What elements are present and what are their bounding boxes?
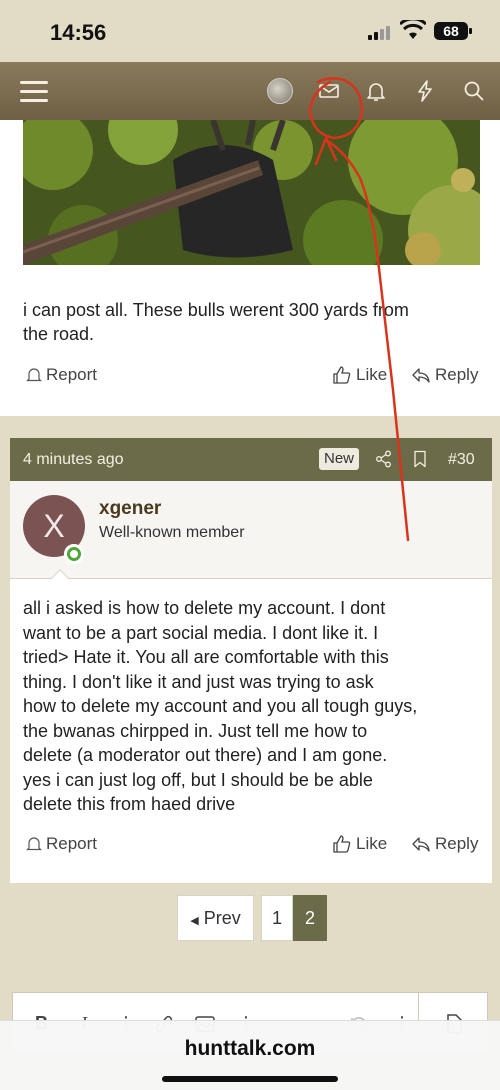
reply-arrow-icon bbox=[412, 837, 430, 852]
pagination: ◀ Prev bbox=[177, 895, 254, 941]
share-icon[interactable] bbox=[375, 450, 393, 468]
post-card: i can post all. These bulls werent 300 y… bbox=[0, 120, 500, 416]
post-text-line: thing. I don't like it and just was tryi… bbox=[23, 671, 374, 692]
post-text-line: delete this from haed drive bbox=[23, 794, 236, 814]
member-title: Well-known member bbox=[99, 524, 245, 541]
report-button[interactable]: Report bbox=[26, 365, 97, 385]
report-label: Report bbox=[46, 365, 98, 384]
reply-arrow-icon bbox=[412, 368, 430, 383]
page-numbers: 1 2 bbox=[261, 895, 327, 941]
post-text-line: the bwanas chirpped in. Just tell me how… bbox=[23, 720, 368, 741]
report-label: Report bbox=[46, 834, 98, 853]
reply-label: Reply bbox=[435, 834, 479, 853]
forum-nav-bar bbox=[0, 62, 500, 120]
post-text-line: all i asked is how to delete my account.… bbox=[23, 598, 386, 618]
browser-address-bar[interactable]: hunttalk.com bbox=[0, 1020, 500, 1090]
post-number-link[interactable]: #30 bbox=[448, 451, 475, 469]
post-header: 4 minutes ago New #30 bbox=[10, 438, 492, 481]
post-card: X xgener Well-known member all i asked i… bbox=[10, 481, 492, 883]
post-text-line: the road. bbox=[23, 324, 95, 344]
post-text-line: yes i can just log off, but I should be … bbox=[23, 769, 373, 790]
bell-icon bbox=[26, 837, 42, 851]
user-info-panel: X xgener Well-known member bbox=[10, 481, 492, 579]
thumbs-up-icon bbox=[333, 835, 351, 853]
reply-button[interactable]: Reply bbox=[411, 365, 478, 385]
url-text[interactable]: hunttalk.com bbox=[0, 1037, 500, 1061]
new-badge: New bbox=[319, 448, 359, 470]
post-image-moose[interactable] bbox=[23, 120, 480, 265]
prev-page-label: Prev bbox=[203, 908, 241, 928]
bookmark-icon[interactable] bbox=[412, 450, 428, 468]
user-avatar[interactable] bbox=[267, 78, 293, 104]
bell-icon bbox=[26, 368, 42, 382]
page-1-link[interactable]: 1 bbox=[261, 895, 293, 941]
page-2-current[interactable]: 2 bbox=[293, 895, 327, 941]
post-text-line: tried> Hate it. You all are comfortable … bbox=[23, 647, 389, 667]
lightning-icon[interactable] bbox=[413, 79, 437, 103]
post-timestamp[interactable]: 4 minutes ago bbox=[23, 451, 124, 469]
like-label: Like bbox=[356, 365, 388, 384]
menu-icon[interactable] bbox=[20, 79, 48, 103]
clock: 14:56 bbox=[50, 20, 107, 45]
post-text-line: how to delete my account and you all tou… bbox=[23, 696, 418, 716]
battery-indicator: 68 bbox=[434, 22, 472, 40]
like-label: Like bbox=[356, 834, 388, 853]
like-button[interactable]: Like bbox=[332, 834, 387, 854]
home-indicator bbox=[162, 1076, 338, 1082]
search-icon[interactable] bbox=[462, 79, 486, 103]
inbox-icon[interactable] bbox=[317, 79, 341, 103]
reply-label: Reply bbox=[435, 365, 479, 384]
member-username[interactable]: xgener bbox=[99, 498, 161, 520]
report-button[interactable]: Report bbox=[26, 834, 97, 854]
like-button[interactable]: Like bbox=[332, 365, 387, 385]
caret-left-icon: ◀ bbox=[190, 915, 199, 927]
prev-page-button[interactable]: ◀ Prev bbox=[177, 895, 254, 941]
online-status-icon bbox=[64, 544, 84, 564]
post-text-line: delete (a moderator out there) and I am … bbox=[23, 745, 388, 765]
post-text-line: i can post all. These bulls werent 300 y… bbox=[23, 300, 409, 320]
cellular-signal-icon bbox=[368, 24, 394, 40]
reply-button[interactable]: Reply bbox=[411, 834, 478, 854]
thumbs-up-icon bbox=[333, 366, 351, 384]
status-bar: 14:56 68 bbox=[0, 0, 500, 62]
bell-icon[interactable] bbox=[364, 79, 388, 103]
wifi-icon bbox=[400, 20, 426, 39]
post-text-line: want to be a part social media. I dont l… bbox=[23, 622, 379, 643]
